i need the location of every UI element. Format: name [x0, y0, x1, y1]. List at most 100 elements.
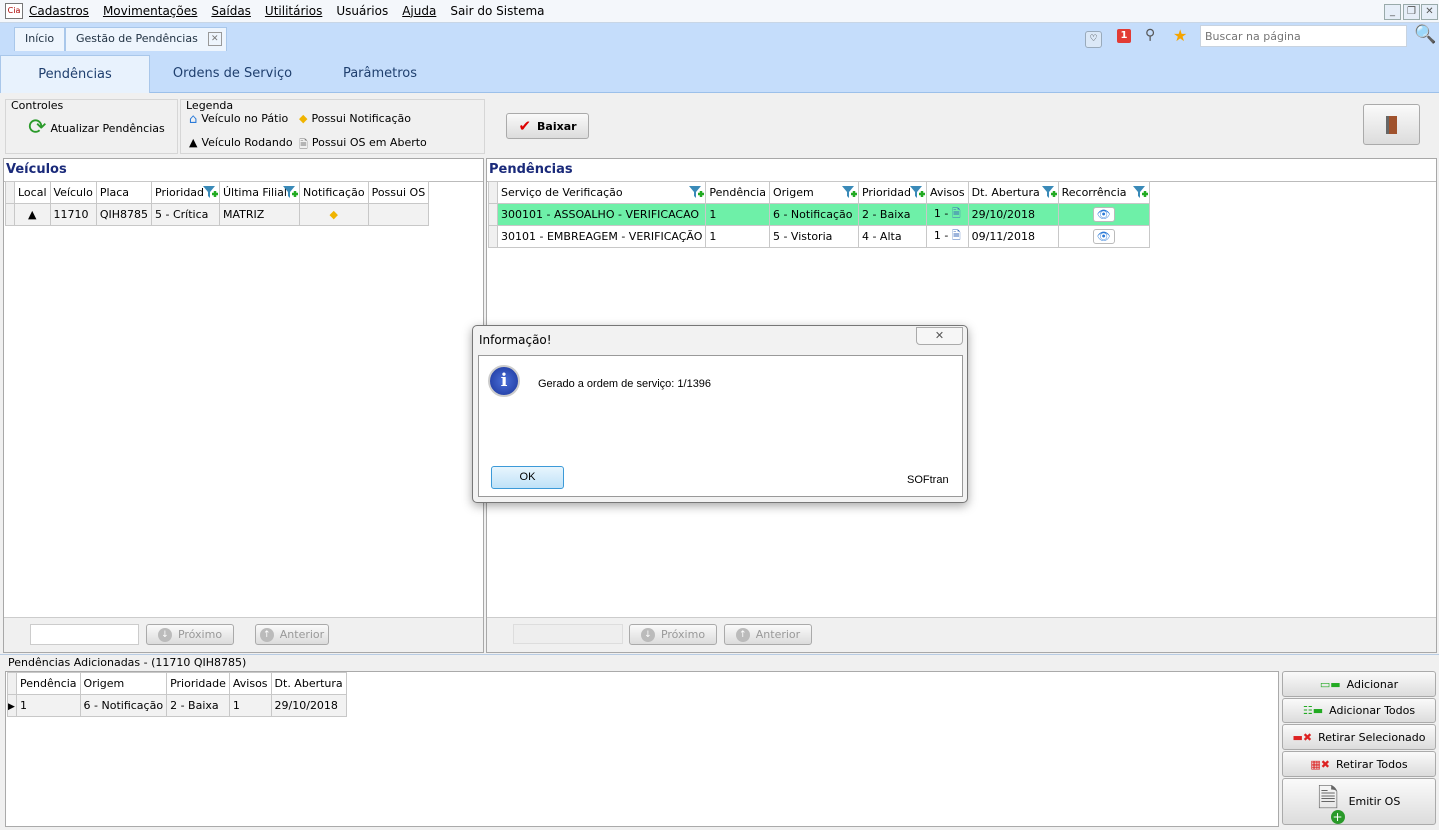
column-header[interactable]: Pendência: [705, 181, 770, 204]
tab-ordens-servico[interactable]: Ordens de Serviço: [160, 55, 305, 93]
info-icon: i: [488, 365, 520, 397]
minimize-button[interactable]: _: [1384, 4, 1401, 20]
column-header[interactable]: Última Filial: [219, 181, 300, 204]
menu-ajuda[interactable]: Ajuda: [402, 4, 436, 18]
tab-gestao-pendencias[interactable]: Gestão de Pendências ✕: [65, 27, 227, 51]
adicionar-todos-button[interactable]: ☷▬ Adicionar Todos: [1282, 698, 1436, 723]
column-header[interactable]: Avisos: [228, 672, 272, 695]
ok-button[interactable]: OK: [491, 466, 564, 489]
document-gear-icon: 🗎: [299, 138, 308, 151]
column-header[interactable]: Notificação: [299, 181, 369, 204]
filter-icon[interactable]: [688, 184, 705, 200]
unpin-icon[interactable]: ⚲: [1145, 27, 1155, 43]
column-header[interactable]: Dt. Abertura: [270, 672, 347, 695]
pendencias-prev-button[interactable]: ↑ Anterior: [724, 624, 812, 645]
tab-pendencias[interactable]: Pendências: [0, 55, 150, 93]
refresh-button[interactable]: ⟳ Atualizar Pendências: [28, 117, 165, 139]
legenda-title: Legenda: [186, 99, 234, 112]
cell-text: 5 - Vistoria: [772, 230, 833, 243]
menu-cadastros[interactable]: Cadastros: [29, 4, 89, 18]
emitir-os-label: Emitir OS: [1348, 795, 1401, 808]
column-header[interactable]: Prioridad: [857, 181, 927, 204]
adicionar-label: Adicionar: [1346, 677, 1399, 691]
filter-icon[interactable]: [909, 184, 925, 200]
dialog-close-button[interactable]: ✕: [916, 327, 963, 345]
table-row[interactable]: ▲ 11710 QIH8785 5 - Crítica MATRIZ ◆: [5, 203, 430, 226]
column-header[interactable]: Placa: [95, 181, 153, 204]
table-row[interactable]: 300101 - ASSOALHO - VERIFICACAO 1 6 - Noti…: [488, 203, 1150, 226]
retirar-selecionado-button[interactable]: ▬✖ Retirar Selecionado: [1282, 724, 1436, 750]
filter-icon[interactable]: [282, 184, 298, 200]
menu-saidas[interactable]: Saídas: [211, 4, 251, 18]
column-header[interactable]: Serviço de Verificação: [496, 181, 707, 204]
column-header[interactable]: Pendência: [16, 672, 81, 695]
column-header-label: Recorrência: [1061, 186, 1127, 199]
header-row: Serviço de Verificação Pendência Origem Pri…: [488, 181, 1150, 204]
table-row[interactable]: ▶ 1 6 - Notificação 2 - Baixa 1 29/10/2018: [7, 694, 347, 717]
notice-document-icon[interactable]: 🗎: [948, 207, 961, 220]
filter-icon[interactable]: [841, 184, 857, 200]
column-header-label: Origem: [772, 186, 814, 199]
close-tab-icon[interactable]: ✕: [207, 32, 222, 46]
column-header-label: Última Filial: [223, 186, 287, 199]
search-input[interactable]: [1200, 25, 1407, 47]
column-header[interactable]: Avisos: [925, 181, 969, 204]
veiculos-search-input[interactable]: [30, 624, 139, 645]
retirar-todos-label: Retirar Todos: [1336, 757, 1408, 771]
home-icon: ⌂: [189, 112, 198, 127]
column-header[interactable]: Origem: [79, 672, 168, 695]
pendencias-next-button[interactable]: ↓ Próximo: [629, 624, 717, 645]
table-row[interactable]: 30101 - EMBREAGEM - VERIFICAÇÃO 1 5 - Vist…: [488, 225, 1150, 248]
menu-sair[interactable]: Sair do Sistema: [450, 4, 544, 18]
veiculos-title: Veículos: [6, 162, 67, 177]
table-cell: 6 - Notificação: [79, 694, 168, 717]
table-cell: 4 - Alta: [857, 225, 927, 248]
search-icon[interactable]: 🔍: [1414, 24, 1436, 45]
column-header[interactable]: Origem: [768, 181, 859, 204]
column-header-label: Prioridade: [170, 677, 226, 690]
veiculos-prev-button[interactable]: ↑ Anterior: [255, 624, 329, 645]
column-header[interactable]: Recorrência: [1057, 181, 1150, 204]
column-header[interactable]: Prioridade: [166, 672, 230, 695]
table-cell: 5 - Vistoria: [768, 225, 859, 248]
column-header[interactable]: Prioridad: [151, 181, 220, 204]
column-header[interactable]: Possui OS: [367, 181, 430, 204]
retirar-todos-button[interactable]: ▦✖ Retirar Todos: [1282, 751, 1436, 777]
column-header-label: Placa: [99, 186, 130, 199]
close-window-button[interactable]: ✕: [1421, 4, 1438, 20]
menu-utilitarios[interactable]: Utilitários: [265, 4, 322, 18]
column-header[interactable]: Local: [14, 181, 51, 204]
baixar-button[interactable]: ✔ Baixar: [506, 113, 589, 139]
row-indicator: [488, 225, 498, 248]
menu-movimentacoes[interactable]: Movimentações: [103, 4, 197, 18]
exit-button[interactable]: [1363, 104, 1420, 145]
notice-document-icon[interactable]: 🗎: [948, 229, 961, 242]
retirar-selecionado-label: Retirar Selecionado: [1318, 730, 1426, 744]
column-header-label: Origem: [83, 677, 125, 690]
tab-inicio[interactable]: Início: [14, 27, 66, 51]
filter-icon[interactable]: [202, 184, 218, 200]
emitir-os-button[interactable]: 🗎 + Emitir OS: [1282, 778, 1436, 825]
adicionar-button[interactable]: ▭▬ Adicionar: [1282, 671, 1436, 697]
controles-group: Controles ⟳ Atualizar Pendências: [5, 99, 178, 154]
column-header-label: Serviço de Verificação: [501, 186, 623, 199]
favorites-heart-icon[interactable]: ♡: [1085, 31, 1102, 48]
tab-parametros[interactable]: Parâmetros: [320, 55, 440, 93]
column-header[interactable]: Veículo: [49, 181, 97, 204]
filter-icon[interactable]: [1132, 184, 1148, 200]
column-header[interactable]: Dt. Abertura: [967, 181, 1059, 204]
eye-icon[interactable]: 👁: [1092, 229, 1115, 244]
dialog-message: Gerado a ordem de serviço: 1/1396: [538, 378, 712, 390]
notification-badge[interactable]: 1: [1117, 29, 1131, 43]
menu-usuarios[interactable]: Usuários: [336, 4, 388, 18]
cell-text: 29/10/2018: [971, 208, 1036, 221]
arrow-up-icon: ↑: [735, 627, 750, 642]
table-cell: 5 - Crítica: [151, 203, 220, 226]
star-icon[interactable]: ★: [1173, 26, 1187, 45]
eye-icon[interactable]: 👁: [1092, 207, 1115, 222]
column-header-label: Avisos: [232, 677, 268, 690]
filter-icon[interactable]: [1041, 184, 1057, 200]
legend-patio: Veículo no Pátio: [201, 112, 289, 125]
restore-button[interactable]: ❐: [1403, 4, 1420, 20]
veiculos-next-button[interactable]: ↓ Próximo: [146, 624, 234, 645]
